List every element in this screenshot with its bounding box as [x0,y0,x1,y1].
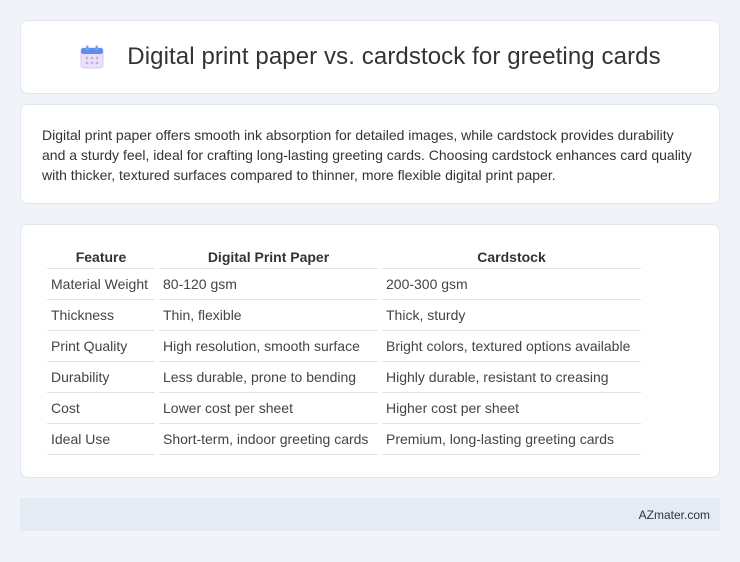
digital-print-paper-cell: High resolution, smooth surface [159,331,378,362]
comparison-table: Feature Digital Print Paper Cardstock Ma… [43,245,645,455]
cardstock-cell: Bright colors, textured options availabl… [382,331,641,362]
title-row: Digital print paper vs. cardstock for gr… [79,43,661,71]
feature-cell: Cost [47,393,155,424]
title-card: Digital print paper vs. cardstock for gr… [20,20,720,94]
feature-cell: Material Weight [47,269,155,300]
digital-print-paper-cell: Less durable, prone to bending [159,362,378,393]
feature-cell: Print Quality [47,331,155,362]
digital-print-paper-cell: Thin, flexible [159,300,378,331]
page-title: Digital print paper vs. cardstock for gr… [127,43,661,70]
table-row: Material Weight 80-120 gsm 200-300 gsm [47,269,641,300]
comparison-card: Feature Digital Print Paper Cardstock Ma… [20,224,720,478]
cardstock-cell: Highly durable, resistant to creasing [382,362,641,393]
table-row: Durability Less durable, prone to bendin… [47,362,641,393]
cardstock-cell: Premium, long-lasting greeting cards [382,424,641,455]
calendar-icon [79,44,105,70]
table-header-row: Feature Digital Print Paper Cardstock [47,245,641,269]
feature-cell: Thickness [47,300,155,331]
footer-bar: AZmater.com [20,498,720,531]
feature-cell: Ideal Use [47,424,155,455]
feature-cell: Durability [47,362,155,393]
table-row: Thickness Thin, flexible Thick, sturdy [47,300,641,331]
cardstock-cell: 200-300 gsm [382,269,641,300]
footer-site-link[interactable]: AZmater.com [639,508,710,522]
table-row: Ideal Use Short-term, indoor greeting ca… [47,424,641,455]
description-text: Digital print paper offers smooth ink ab… [42,127,692,183]
column-header-digital-print-paper: Digital Print Paper [159,245,378,269]
column-header-cardstock: Cardstock [382,245,641,269]
digital-print-paper-cell: Lower cost per sheet [159,393,378,424]
cardstock-cell: Higher cost per sheet [382,393,641,424]
cardstock-cell: Thick, sturdy [382,300,641,331]
column-header-feature: Feature [47,245,155,269]
table-row: Cost Lower cost per sheet Higher cost pe… [47,393,641,424]
table-row: Print Quality High resolution, smooth su… [47,331,641,362]
digital-print-paper-cell: 80-120 gsm [159,269,378,300]
description-card: Digital print paper offers smooth ink ab… [20,104,720,204]
digital-print-paper-cell: Short-term, indoor greeting cards [159,424,378,455]
